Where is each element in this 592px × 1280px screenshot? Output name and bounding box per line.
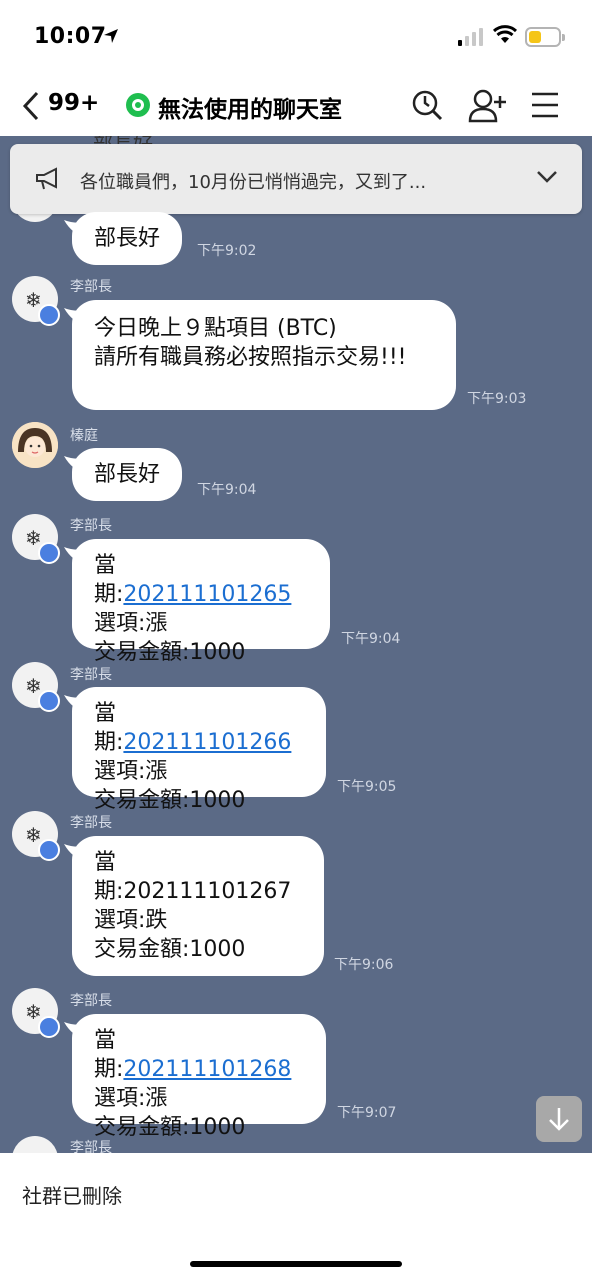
megaphone-icon <box>36 167 57 190</box>
message-bubble[interactable]: 部長好 <box>64 212 183 265</box>
avatar[interactable]: ❄ <box>12 811 60 861</box>
community-deleted-text: 社群已刪除 <box>22 1184 122 1208</box>
sender-name: 李部長 <box>70 993 112 1009</box>
amount-text: 交易金額:1000 <box>94 640 246 665</box>
chevron-left-icon[interactable] <box>20 90 42 122</box>
period-link[interactable]: 202111101266 <box>123 730 291 755</box>
scroll-to-bottom-button[interactable] <box>536 1096 582 1142</box>
footer-notice: 社群已刪除 <box>0 1153 592 1280</box>
message-bubble[interactable]: 當期:202111101266 選項:漲 交易金額:1000 <box>64 687 326 813</box>
option-text: 選項:漲 <box>94 759 168 784</box>
option-text: 選項:漲 <box>94 611 168 636</box>
add-friend-icon[interactable] <box>468 88 508 124</box>
period-link[interactable]: 202111101265 <box>123 582 291 607</box>
crown-badge-icon <box>38 542 60 564</box>
period-label: 當期: <box>94 1028 124 1082</box>
message-bubble[interactable]: 今日晚上９點項目 (BTC) 請所有職員務必按照指示交易!!! <box>64 300 456 410</box>
avatar[interactable]: ❄ <box>12 988 60 1038</box>
message-text: 部長好 <box>94 462 161 487</box>
avatar[interactable]: ❄ <box>12 276 60 326</box>
message-text: 部長好 <box>94 226 161 251</box>
location-arrow-icon <box>104 29 118 43</box>
announcement-bar[interactable]: 各位職員們，10月份已悄悄過完，又到了... <box>10 144 582 214</box>
message-bubble[interactable]: 部長好 <box>64 448 183 501</box>
sender-name: 李部長 <box>70 667 112 683</box>
message-bubble[interactable]: 當期:202111101265 選項:漲 交易金額:1000 <box>64 539 330 665</box>
sender-name: 李部長 <box>70 1140 112 1153</box>
sender-name: 李部長 <box>70 815 112 831</box>
sender-name: 李部長 <box>70 279 112 295</box>
chat-area[interactable]: 部長好 各位職員們，10月份已悄悄過完，又到了... 部長好 下午9:02 ❄ … <box>0 136 592 1153</box>
period-text: 202111101267 <box>123 879 292 904</box>
message-time: 下午9:07 <box>337 1105 397 1121</box>
message-time: 下午9:04 <box>341 631 401 647</box>
crown-badge-icon <box>38 690 60 712</box>
period-label: 當期: <box>94 701 124 755</box>
period-label: 當期: <box>94 850 124 904</box>
arrow-down-icon <box>549 1108 569 1131</box>
avatar[interactable] <box>12 422 58 468</box>
period-label: 當期: <box>94 553 124 607</box>
announcement-text: 各位職員們，10月份已悄悄過完，又到了... <box>80 172 427 193</box>
message-time: 下午9:02 <box>197 243 257 259</box>
wifi-icon <box>492 25 518 43</box>
avatar[interactable] <box>12 1136 58 1153</box>
message-time: 下午9:05 <box>337 779 397 795</box>
message-bubble[interactable]: 當期:202111101267 選項:跌 交易金額:1000 <box>64 836 324 976</box>
amount-text: 交易金額:1000 <box>94 1115 246 1140</box>
message-time: 下午9:06 <box>334 957 394 973</box>
option-text: 選項:跌 <box>94 908 168 933</box>
sender-name: 李部長 <box>70 518 112 534</box>
message-bubble[interactable]: 當期:202111101268 選項:漲 交易金額:1000 <box>64 1014 326 1140</box>
chat-title: 無法使用的聊天室 <box>158 97 342 123</box>
message-line: 請所有職員務必按照指示交易!!! <box>94 345 407 370</box>
cellular-signal-icon <box>458 28 483 46</box>
search-icon[interactable] <box>410 88 444 122</box>
amount-text: 交易金額:1000 <box>94 937 246 962</box>
chevron-down-icon[interactable] <box>536 168 558 184</box>
chat-header: 99+ 無法使用的聊天室 <box>0 76 592 136</box>
crown-badge-icon <box>38 304 60 326</box>
message-time: 下午9:04 <box>197 482 257 498</box>
crown-badge-icon <box>38 839 60 861</box>
avatar[interactable]: ❄ <box>12 514 60 564</box>
status-time: 10:07 <box>34 24 107 49</box>
battery-icon <box>525 27 565 47</box>
sender-name: 榛庭 <box>70 428 98 444</box>
option-text: 選項:漲 <box>94 1086 168 1111</box>
open-chat-icon <box>126 93 150 117</box>
crown-badge-icon <box>38 1016 60 1038</box>
avatar[interactable]: ❄ <box>12 662 60 712</box>
period-link[interactable]: 202111101268 <box>123 1057 291 1082</box>
status-bar: 10:07 <box>0 0 592 76</box>
menu-icon[interactable] <box>530 88 560 122</box>
message-time: 下午9:03 <box>467 391 527 407</box>
amount-text: 交易金額:1000 <box>94 788 246 813</box>
unread-count[interactable]: 99+ <box>48 90 99 116</box>
message-line: 今日晚上９點項目 (BTC) <box>94 316 337 341</box>
home-indicator[interactable] <box>190 1261 402 1267</box>
